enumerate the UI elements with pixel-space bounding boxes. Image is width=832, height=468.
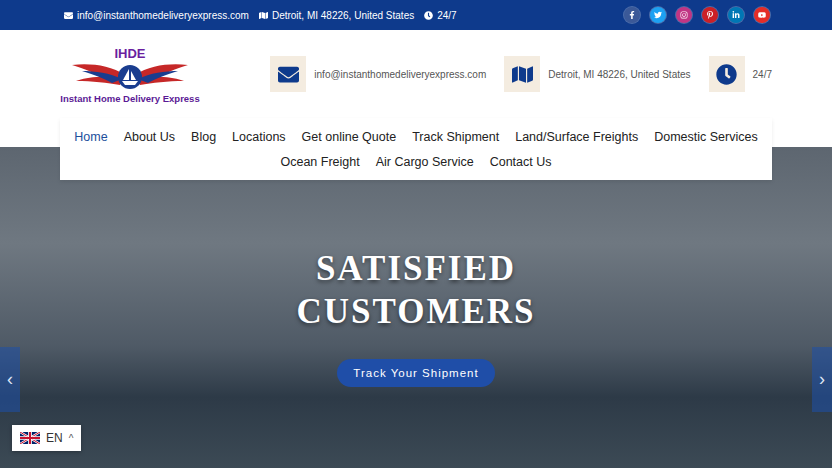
header: IHDE Instant Home Delivery Express info@in… [0, 30, 832, 118]
nav-link[interactable]: Locations [232, 130, 286, 144]
prev-slide-button[interactable]: ‹ [0, 347, 20, 412]
hero-title-line: SATISFIED [296, 247, 535, 290]
header-info-text: Detroit, MI 48226, United States [548, 69, 690, 80]
map-icon [259, 11, 268, 20]
social-links [624, 7, 772, 23]
nav-link[interactable]: Land/Surface Freights [515, 130, 638, 144]
header-info-text: 24/7 [753, 69, 772, 80]
nav-link[interactable]: Home [74, 130, 107, 144]
top-contact[interactable]: info@instanthomedeliveryexpress.com [64, 10, 249, 21]
nav-link[interactable]: Track Shipment [412, 130, 499, 144]
nav-link[interactable]: About Us [124, 130, 175, 144]
top-contact-text: Detroit, MI 48226, United States [272, 10, 414, 21]
hero-title: SATISFIEDCUSTOMERS [296, 247, 535, 333]
nav-row: Ocean Freight Air Cargo Service Contact Us [280, 155, 551, 169]
nav-link[interactable]: Get online Quote [302, 130, 397, 144]
logo-initials: IHDE [114, 47, 145, 61]
main-nav: Home About Us Blog Locations Get online Quot… [60, 118, 772, 180]
pinterest-icon[interactable] [702, 7, 718, 23]
chevron-up-icon: ^ [69, 433, 74, 444]
top-contact-text: info@instanthomedeliveryexpress.com [77, 10, 249, 21]
map-icon [504, 56, 540, 92]
nav-link[interactable]: Air Cargo Service [376, 155, 474, 169]
nav-link[interactable]: Blog [191, 130, 216, 144]
top-contact[interactable]: Detroit, MI 48226, United States [259, 10, 414, 21]
instagram-icon[interactable] [676, 7, 692, 23]
top-contact-text: 24/7 [437, 10, 456, 21]
email-icon [270, 56, 306, 92]
twitter-icon[interactable] [650, 7, 666, 23]
language-selector[interactable]: EN ^ [12, 425, 81, 451]
logo[interactable]: IHDE Instant Home Delivery Express [60, 45, 200, 104]
header-info-text: info@instanthomedeliveryexpress.com [314, 69, 486, 80]
top-contact[interactable]: 24/7 [424, 10, 456, 21]
nav-link[interactable]: Ocean Freight [280, 155, 359, 169]
uk-flag-icon [20, 432, 40, 444]
email-icon [64, 11, 73, 20]
logo-wings-icon [70, 61, 190, 91]
top-contacts: info@instanthomedeliveryexpress.com Detro… [60, 10, 457, 21]
facebook-icon[interactable] [624, 7, 640, 23]
top-bar: info@instanthomedeliveryexpress.com Detro… [0, 0, 832, 30]
logo-name: Instant Home Delivery Express [60, 93, 199, 104]
nav-link[interactable]: Domestic Services [654, 130, 758, 144]
clock-icon [709, 56, 745, 92]
next-slide-button[interactable]: › [812, 347, 832, 412]
header-info-item: 24/7 [709, 56, 772, 92]
header-info-item: Detroit, MI 48226, United States [504, 56, 690, 92]
linkedin-icon[interactable] [728, 7, 744, 23]
youtube-icon[interactable] [754, 7, 770, 23]
nav-link[interactable]: Contact Us [490, 155, 552, 169]
hero-title-line: CUSTOMERS [296, 290, 535, 333]
nav-wrap: Home About Us Blog Locations Get online Quot… [0, 118, 832, 180]
hero-slider: SATISFIEDCUSTOMERS Track Your Shipment ‹ › E… [0, 147, 832, 468]
header-info: info@instanthomedeliveryexpress.com Detro… [270, 56, 772, 92]
header-info-item: info@instanthomedeliveryexpress.com [270, 56, 486, 92]
language-code: EN [46, 431, 63, 445]
nav-row: Home About Us Blog Locations Get online Quot… [74, 130, 757, 144]
track-shipment-button[interactable]: Track Your Shipment [337, 359, 494, 387]
clock-icon [424, 11, 433, 20]
